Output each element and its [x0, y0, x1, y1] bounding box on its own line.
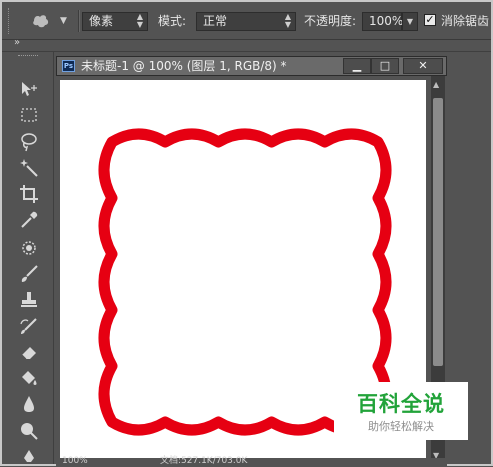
paint-bucket-tool-icon	[19, 368, 39, 388]
move-tool[interactable]	[16, 78, 42, 100]
lasso-tool-icon	[19, 132, 39, 152]
lasso-tool[interactable]	[16, 131, 42, 153]
eyedropper-tool[interactable]	[16, 209, 42, 231]
healing-brush-tool[interactable]	[16, 237, 42, 259]
marquee-tool-icon	[20, 107, 38, 123]
clone-stamp-tool[interactable]	[16, 289, 42, 311]
eraser-tool-icon	[19, 342, 39, 362]
eyedropper-tool-icon	[19, 210, 39, 230]
close-icon: ✕	[418, 59, 428, 72]
magic-wand-tool[interactable]	[16, 157, 42, 179]
chevron-down-icon: ▼	[60, 16, 67, 26]
pen-tool[interactable]	[16, 445, 42, 467]
clone-stamp-tool-icon	[19, 290, 39, 310]
status-bar: 100% 文档:527.1K/703.0K	[56, 456, 447, 466]
healing-brush-tool-icon	[19, 238, 39, 258]
panels-header: »	[2, 37, 491, 52]
options-bar-grip[interactable]	[8, 8, 13, 34]
opacity-value: 100%	[369, 14, 404, 28]
crop-tool-icon	[19, 184, 39, 204]
updown-icon: ▲ ▼	[284, 12, 291, 29]
document-title: 未标题-1 @ 100% (图层 1, RGB/8) *	[81, 59, 287, 73]
chevron-down-icon: ▼	[406, 17, 414, 26]
photoshop-icon: Ps	[62, 60, 75, 72]
blend-mode-value: 正常	[203, 14, 228, 28]
tool-preset-picker[interactable]: ▼	[30, 12, 70, 32]
dodge-tool-icon	[19, 420, 39, 440]
divider	[78, 10, 80, 32]
scrollbar-thumb[interactable]	[433, 98, 443, 366]
mode-select[interactable]: 像素 ▲ ▼	[82, 12, 148, 31]
blur-tool-icon	[19, 394, 39, 414]
paint-bucket-tool[interactable]	[16, 367, 42, 389]
minimize-button[interactable]: ▁	[343, 58, 371, 74]
crop-tool[interactable]	[16, 183, 42, 205]
eraser-tool[interactable]	[16, 341, 42, 363]
opacity-dropdown[interactable]: ▼	[402, 12, 418, 31]
history-brush-tool[interactable]	[16, 315, 42, 337]
blend-mode-select[interactable]: 正常 ▲ ▼	[196, 12, 296, 31]
history-brush-tool-icon	[19, 316, 39, 336]
scroll-up-icon[interactable]: ▲	[433, 80, 439, 89]
tools-panel-grip[interactable]	[18, 55, 38, 59]
antialias-label: 消除锯齿	[441, 14, 490, 28]
brush-tool-icon	[19, 264, 39, 284]
maximize-icon: □	[379, 59, 391, 72]
opacity-label: 不透明度:	[304, 14, 357, 28]
blur-tool[interactable]	[16, 393, 42, 415]
maximize-button[interactable]: □	[371, 58, 399, 74]
options-bar: ▼ 像素 ▲ ▼ 模式: 正常 ▲ ▼ 不透明度: 100% ▼ ✓ 消除锯齿	[2, 2, 491, 40]
blend-mode-label: 模式:	[158, 14, 187, 28]
watermark: 百科全说 助你轻松解决	[334, 382, 468, 440]
dodge-tool[interactable]	[16, 419, 42, 441]
pen-tool-icon	[19, 448, 39, 464]
zoom-level[interactable]: 100%	[62, 457, 88, 466]
tool-preset-icon	[30, 15, 52, 33]
minimize-icon: ▁	[352, 59, 362, 72]
document-info: 文档:527.1K/703.0K	[160, 456, 248, 466]
document-tab[interactable]: Ps 未标题-1 @ 100% (图层 1, RGB/8) * ▁ □ ✕	[56, 56, 447, 76]
opacity-input[interactable]: 100%	[362, 12, 404, 31]
move-tool-icon	[19, 80, 39, 98]
watermark-title: 百科全说	[357, 392, 445, 416]
collapse-panels-icon[interactable]: »	[14, 37, 20, 48]
brush-tool[interactable]	[16, 263, 42, 285]
magic-wand-tool-icon	[19, 158, 39, 178]
watermark-subtitle: 助你轻松解决	[368, 420, 434, 433]
tools-panel	[2, 52, 54, 464]
updown-icon: ▲ ▼	[136, 12, 143, 29]
antialias-checkbox[interactable]: ✓	[424, 14, 436, 26]
checkmark-icon: ✓	[425, 13, 435, 26]
marquee-tool[interactable]	[16, 104, 42, 126]
mode-select-value: 像素	[89, 14, 114, 28]
close-button[interactable]: ✕	[403, 58, 443, 74]
